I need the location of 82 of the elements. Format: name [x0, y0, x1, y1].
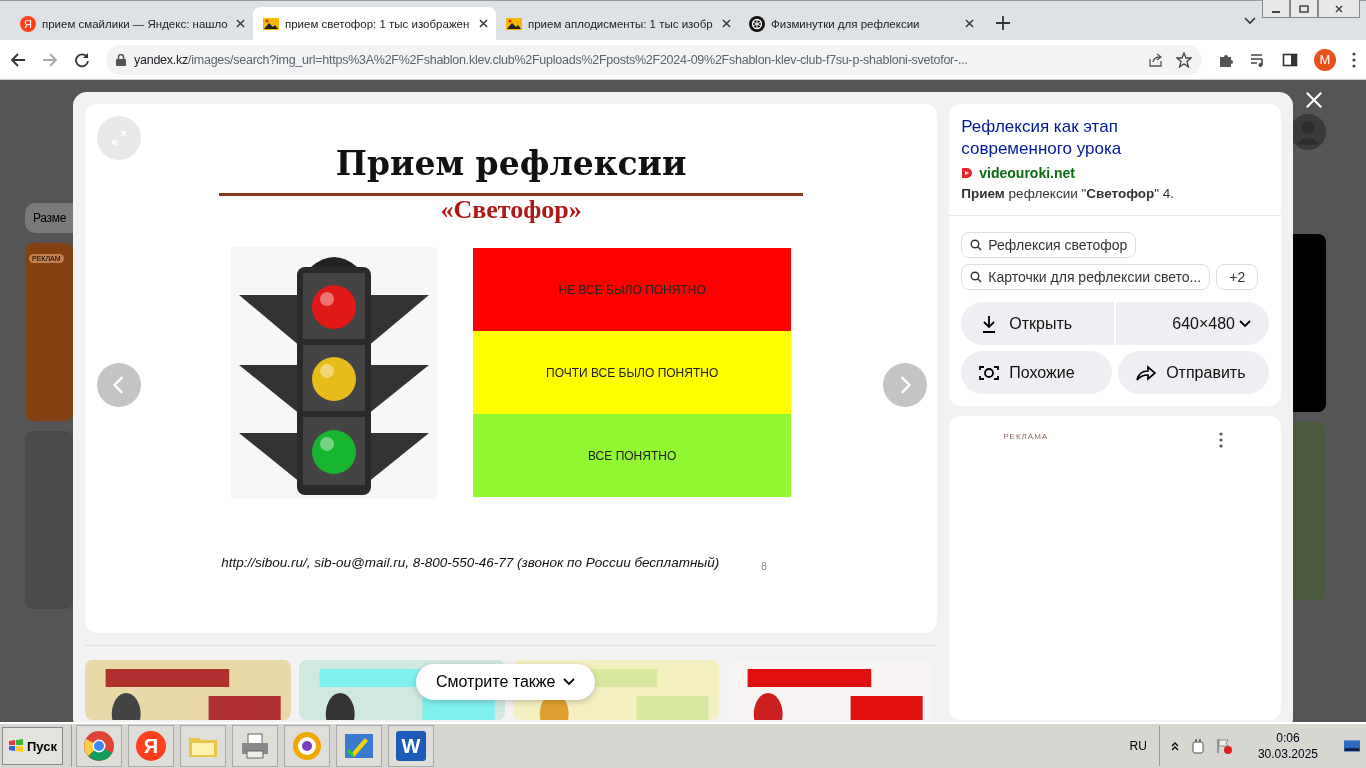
taskbar-app[interactable]: W — [388, 725, 434, 767]
close-icon[interactable] — [479, 19, 488, 28]
clock-time: 0:06 — [1276, 730, 1300, 746]
color-band: ВСЕ ПОНЯТНО — [473, 414, 792, 498]
taskbar-app[interactable] — [284, 725, 330, 767]
slide-subtitle: «Светофор» — [440, 196, 582, 225]
start-button[interactable]: Пуск — [2, 727, 63, 765]
tab-title: Физминутки для рефлексии — [771, 17, 921, 30]
address-field[interactable]: yandex.kz/images/search?img_url=https%3A%2F%2Fshablon.klev.club%2Fuploads%2Fposts%2F2024-09%2Fshablon-klev-club-f7su-p-shabloni-svetofor-... — [106, 44, 1202, 75]
star-icon[interactable] — [1176, 51, 1192, 68]
slide-title: Прием рефлексии — [335, 144, 687, 183]
yandex-icon: Я — [136, 731, 166, 761]
browser-tab[interactable]: прием светофор: 1 тыс изображен — [253, 7, 496, 40]
share-icon[interactable] — [1148, 51, 1164, 68]
lock-icon — [116, 53, 126, 66]
maximize-button[interactable] — [1290, 0, 1318, 18]
share-button[interactable]: Отправить — [1118, 351, 1269, 394]
taskbar-app[interactable] — [336, 725, 382, 767]
taskbar-app[interactable] — [76, 725, 122, 767]
close-icon[interactable] — [236, 19, 245, 28]
open-button[interactable]: Открыть — [961, 302, 1115, 345]
plug-icon[interactable] — [1189, 738, 1206, 754]
description: Прием рефлексии "Светофор" 4. — [961, 186, 1176, 201]
more-tags-button[interactable]: +2 — [1216, 264, 1259, 290]
taskbar-app[interactable]: Я — [128, 725, 174, 767]
chevron-icon[interactable] — [1244, 17, 1256, 25]
image-icon — [506, 15, 522, 32]
similar-button[interactable]: Похожие — [961, 351, 1113, 394]
flag-icon[interactable] — [1215, 738, 1232, 754]
side-panel-icon[interactable] — [1282, 51, 1298, 68]
yandex-icon: Я — [20, 15, 36, 32]
size-dropdown[interactable]: 640×480 — [1116, 302, 1269, 345]
close-button[interactable] — [1318, 0, 1360, 18]
media-icon[interactable] — [1250, 51, 1266, 68]
desktop-icon[interactable] — [1344, 738, 1360, 754]
user-icon[interactable] — [1290, 114, 1326, 150]
chevron-icon — [1239, 319, 1251, 328]
taskbar-app[interactable] — [232, 725, 278, 767]
ring-icon — [291, 730, 323, 762]
see-also-button[interactable]: Смотрите также — [416, 664, 596, 700]
close-icon[interactable] — [722, 19, 731, 28]
printer-icon — [239, 730, 271, 762]
back-icon[interactable] — [10, 51, 26, 68]
browser-tab[interactable]: Я прием смайлики — Яндекс: нашло — [10, 7, 253, 40]
result-title[interactable]: Рефлексия как этап современного урока — [961, 116, 1182, 160]
more-icon[interactable] — [1219, 432, 1223, 448]
language-indicator[interactable]: RU — [1129, 739, 1147, 753]
chevron-up-icon[interactable] — [1169, 741, 1180, 751]
search-icon — [970, 271, 983, 283]
minimize-button[interactable] — [1262, 0, 1290, 18]
search-tag[interactable]: Карточки для рефлексии свето... — [961, 264, 1211, 290]
word-icon: W — [396, 731, 426, 761]
chrome-icon — [83, 730, 115, 762]
play-logo-icon — [961, 167, 974, 179]
close-icon[interactable] — [965, 19, 974, 28]
color-band: ПОЧТИ ВСЕ БЫЛО ПОНЯТНО — [473, 331, 792, 415]
menu-icon[interactable] — [1352, 51, 1356, 68]
search-icon — [970, 239, 983, 251]
size-filter[interactable]: Разме — [25, 203, 73, 233]
tab-title: прием аплодисменты: 1 тыс изобр — [528, 17, 714, 30]
source-link[interactable]: videouroki.net — [979, 165, 1075, 181]
profile-avatar[interactable]: M — [1314, 48, 1336, 71]
share-arrow-icon — [1136, 363, 1157, 382]
image-icon — [263, 15, 279, 32]
browser-tab[interactable]: Физминутки для рефлексии — [739, 7, 982, 40]
windows-logo-icon — [8, 739, 24, 753]
camera-icon — [979, 363, 1000, 382]
search-tag[interactable]: Рефлексия светофор — [961, 232, 1137, 258]
maximize-icon — [1299, 3, 1309, 14]
slide-footer: http://sibou.ru/, sib-ou@mail.ru, 8-800-550-46-77 (звонок по России бесплатный) — [221, 554, 722, 570]
minimize-icon — [1272, 10, 1280, 13]
ad-label: РЕКЛАМА — [1003, 432, 1049, 441]
tab-title: прием смайлики — Яндекс: нашло — [42, 17, 229, 30]
reload-icon[interactable] — [74, 51, 90, 68]
close-icon — [1334, 3, 1344, 14]
color-band: НЕ ВСЕ БЫЛО ПОНЯТНО — [473, 248, 792, 332]
chevron-icon — [563, 678, 576, 686]
new-tab-icon[interactable] — [996, 16, 1010, 30]
browser-tab[interactable]: прием аплодисменты: 1 тыс изобр — [496, 7, 739, 40]
page-number: 8 — [761, 560, 767, 572]
tab-title: прием светофор: 1 тыс изображен — [285, 17, 471, 30]
clock-date: 30.03.2025 — [1257, 746, 1318, 762]
